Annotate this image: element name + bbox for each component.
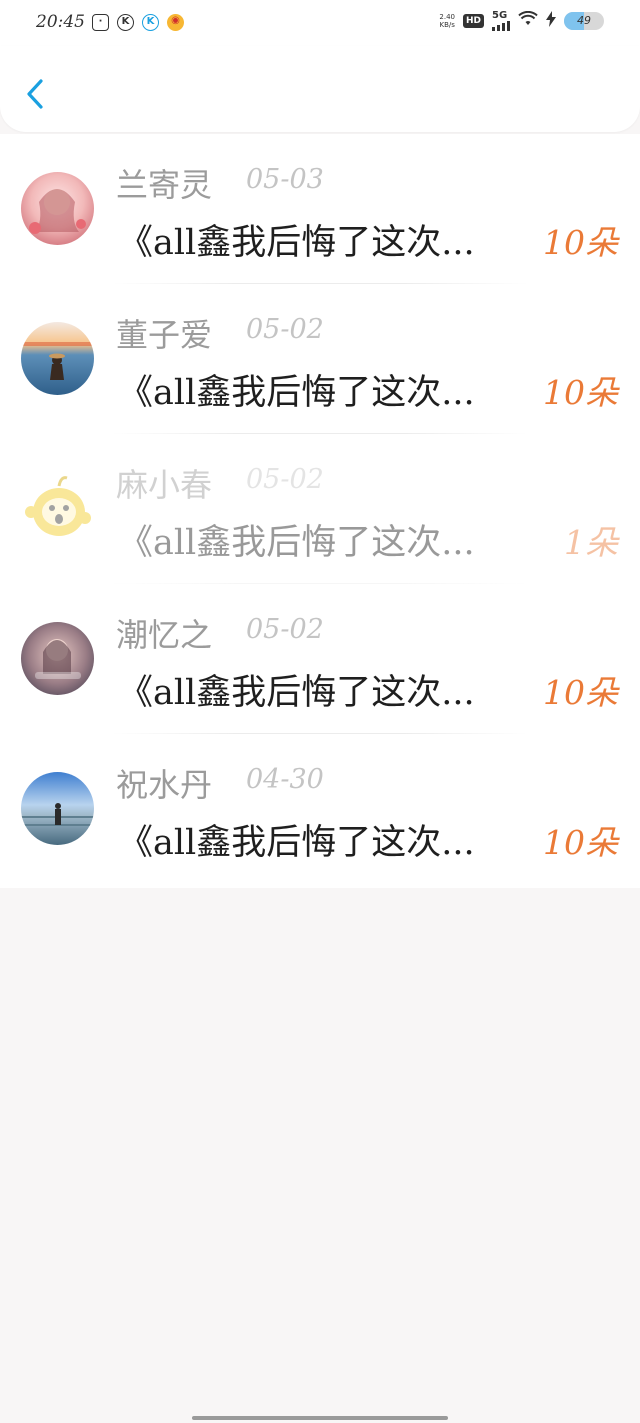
user-avatar[interactable]: [21, 472, 94, 545]
signal-label: 5G: [492, 10, 508, 21]
flower-count: 10朵: [543, 223, 618, 262]
home-indicator[interactable]: [192, 1416, 448, 1420]
sender-name: 祝水丹: [116, 766, 213, 804]
charging-icon: [546, 11, 556, 31]
header-bar: [0, 46, 640, 132]
gift-record-list: 兰寄灵 05-03 《all鑫我后悔了这次... 10朵 董子爱 05-02 《…: [0, 134, 640, 888]
gift-date: 05-03: [246, 164, 324, 195]
flower-count: 10朵: [543, 373, 618, 412]
sender-name: 麻小春: [116, 466, 213, 504]
battery-icon: 49: [564, 12, 604, 30]
work-title[interactable]: 《all鑫我后悔了这次...: [118, 214, 513, 265]
gift-date: 05-02: [246, 314, 324, 345]
work-title[interactable]: 《all鑫我后悔了这次...: [118, 814, 513, 865]
gift-date: 05-02: [246, 614, 324, 645]
sender-name: 兰寄灵: [116, 166, 213, 204]
gift-date: 05-02: [246, 464, 324, 495]
list-item[interactable]: 董子爱 05-02 《all鑫我后悔了这次... 10朵: [0, 284, 640, 434]
signal-icon: 5G: [492, 11, 510, 31]
list-item[interactable]: 麻小春 05-02 《all鑫我后悔了这次... 1朵: [0, 434, 640, 584]
network-speed-unit: KB/s: [439, 21, 455, 29]
user-avatar[interactable]: [21, 322, 94, 395]
gift-date: 04-30: [246, 764, 324, 795]
sender-name: 潮忆之: [116, 616, 213, 654]
user-avatar[interactable]: [21, 172, 94, 245]
flower-count: 10朵: [543, 673, 618, 712]
back-button[interactable]: [20, 74, 50, 114]
notification-icons: · K K ◉: [92, 14, 184, 31]
network-speed-value: 2.40: [439, 13, 455, 21]
user-avatar[interactable]: [21, 772, 94, 845]
user-avatar[interactable]: [21, 622, 94, 695]
network-speed: 2.40 KB/s: [439, 13, 455, 29]
k-app-icon: K: [117, 14, 134, 31]
chevron-left-icon: [27, 79, 43, 109]
list-item[interactable]: 潮忆之 05-02 《all鑫我后悔了这次... 10朵: [0, 584, 640, 734]
work-title[interactable]: 《all鑫我后悔了这次...: [118, 514, 548, 565]
work-title[interactable]: 《all鑫我后悔了这次...: [118, 664, 513, 715]
list-item[interactable]: 兰寄灵 05-03 《all鑫我后悔了这次... 10朵: [0, 134, 640, 284]
system-indicators: 2.40 KB/s HD 5G 49: [439, 11, 604, 31]
status-time: 20:45: [36, 12, 85, 32]
hd-badge: HD: [462, 14, 484, 28]
wifi-icon: [518, 10, 538, 31]
status-bar: 20:45 · K K ◉ 2.40 KB/s HD 5G 49: [0, 0, 640, 46]
flower-count: 10朵: [543, 823, 618, 862]
tv-app-icon: ·: [92, 14, 109, 31]
battery-level: 49: [577, 14, 591, 27]
weibo-icon: ◉: [167, 14, 184, 31]
list-item[interactable]: 祝水丹 04-30 《all鑫我后悔了这次... 10朵: [0, 734, 640, 884]
flower-count: 1朵: [564, 523, 618, 562]
k-blue-app-icon: K: [142, 14, 159, 31]
work-title[interactable]: 《all鑫我后悔了这次...: [118, 364, 513, 415]
sender-name: 董子爱: [116, 316, 213, 354]
